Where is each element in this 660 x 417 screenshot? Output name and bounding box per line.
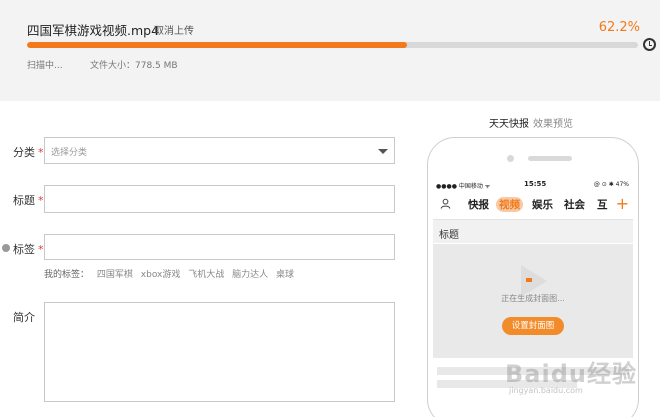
intro-label: 简介 <box>13 309 35 325</box>
cancel-upload-link[interactable]: 取消上传 <box>154 22 194 37</box>
nav-item[interactable]: 娱乐 <box>532 197 553 212</box>
category-label: 分类 * <box>13 144 44 160</box>
preview-app-name: 天天快报 <box>489 119 529 130</box>
nav-item[interactable]: 快报 <box>468 197 489 212</box>
cover-area: 正在生成封面图... 设置封面图 <box>433 244 633 358</box>
preview-title: 天天快报 效果预览 <box>489 115 573 130</box>
tags-label: 标签 * <box>13 241 44 257</box>
tags-label-text: 标签 <box>13 243 35 256</box>
preview-nav: 快报 视频 娱乐 社会 互 + <box>433 193 633 215</box>
intro-label-text: 简介 <box>13 311 35 324</box>
progress-bar <box>27 42 638 48</box>
phone-camera <box>507 155 514 162</box>
nav-item-active[interactable]: 视频 <box>496 197 523 212</box>
status-time: 15:55 <box>524 180 547 188</box>
play-mark <box>526 278 532 282</box>
category-placeholder: 选择分类 <box>51 148 88 158</box>
title-label-text: 标题 <box>13 194 35 207</box>
clock-icon <box>643 38 656 51</box>
status-bar: ●●●● 中国移动 ᯤ 15:55 @ ⊙ ✱ 47% <box>433 179 633 190</box>
caret-down-icon <box>378 149 388 154</box>
carrier: ●●●● 中国移动 ᯤ <box>436 183 491 190</box>
generating-text: 正在生成封面图... <box>501 294 565 303</box>
progress-fill <box>27 42 408 48</box>
category-select[interactable]: 选择分类 <box>44 137 395 164</box>
tag-suggestion[interactable]: 桌球 <box>276 270 294 280</box>
required-mark: * <box>38 194 44 207</box>
tags-input[interactable] <box>44 234 395 260</box>
plus-icon[interactable]: + <box>616 194 629 213</box>
tag-suggestion[interactable]: xbox游戏 <box>141 270 181 280</box>
title-label: 标题 * <box>13 192 44 208</box>
baidu-watermark: Baidu经验 <box>505 360 637 388</box>
tag-suggestion[interactable]: 脑力达人 <box>232 270 268 280</box>
upload-bar: 四国军棋游戏视频.mp4 取消上传 62.2% 扫描中... 文件大小：778.… <box>0 0 660 101</box>
tag-suggestion[interactable]: 四国军棋 <box>97 270 133 280</box>
user-icon <box>440 198 451 209</box>
nav-item[interactable]: 社会 <box>564 197 585 212</box>
status-icons: @ ⊙ ✱ 47% <box>593 181 629 188</box>
my-tags-label: 我的标签： <box>44 270 90 280</box>
file-size: 文件大小：778.5 MB <box>90 61 178 71</box>
watermark-url: jingyan.baidu.com <box>509 386 583 395</box>
category-label-text: 分类 <box>13 146 35 159</box>
phone-speaker <box>528 156 572 161</box>
tag-suggestion[interactable]: 飞机大战 <box>188 270 224 280</box>
preview-section-text: 标题 <box>439 230 459 241</box>
my-tags: 我的标签： 四国军棋 xbox游戏 飞机大战 脑力达人 桌球 <box>44 267 294 280</box>
file-name: 四国军棋游戏视频.mp4 <box>27 23 160 38</box>
required-mark: * <box>38 243 44 256</box>
set-cover-button[interactable]: 设置封面图 <box>502 317 564 335</box>
title-input[interactable] <box>44 185 395 213</box>
intro-textarea[interactable] <box>44 302 395 402</box>
required-mark: * <box>38 146 44 159</box>
info-icon <box>2 244 10 252</box>
preview-section-label: 标题 <box>433 219 633 243</box>
preview-subtitle: 效果预览 <box>533 119 573 130</box>
scan-status: 扫描中... <box>27 61 63 71</box>
nav-item[interactable]: 互 <box>597 197 608 212</box>
upload-percent: 62.2% <box>598 20 640 35</box>
